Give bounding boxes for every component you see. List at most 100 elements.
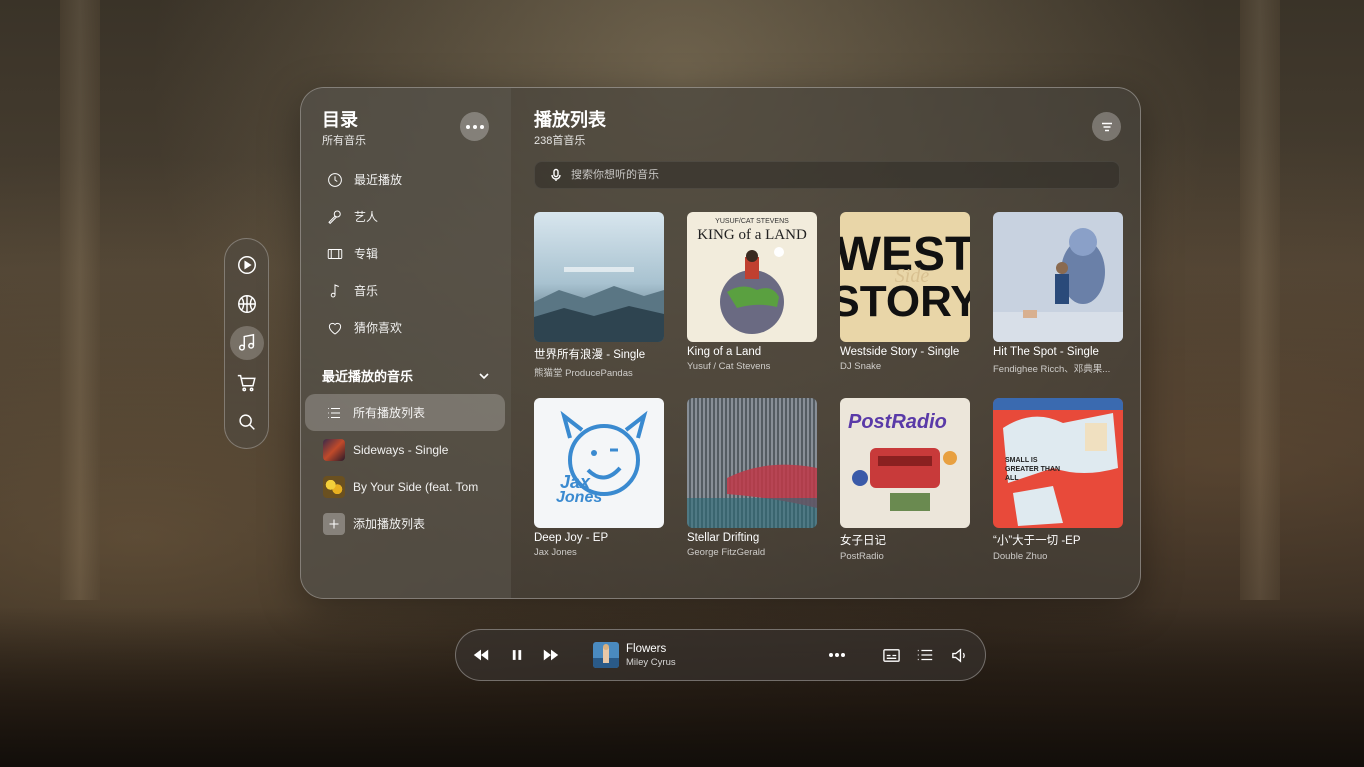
- album-cover: Jax Jones: [534, 398, 664, 528]
- album-artist: PostRadio: [840, 551, 884, 562]
- more-dots-icon: [829, 653, 845, 657]
- cover-text: SMALL IS GREATER THAN ALL: [1005, 457, 1061, 483]
- album-card[interactable]: PostRadio 女子日记 PostRadio: [840, 398, 970, 562]
- menu-item-recent[interactable]: 最近播放: [305, 161, 505, 198]
- pause-icon: [512, 650, 522, 660]
- playlist-item-by-your-side[interactable]: By Your Side (feat. Tom: [305, 468, 505, 505]
- album-artist: Fendighee Ricch、邓典果...: [993, 364, 1111, 375]
- nav-store[interactable]: [230, 366, 264, 400]
- album-cover: WEST STORY Side: [840, 212, 970, 342]
- cart-icon: [237, 374, 256, 392]
- menu-item-songs[interactable]: 音乐: [305, 272, 505, 309]
- basketball-icon: [237, 295, 256, 314]
- menu-item-recommend[interactable]: 猜你喜欢: [305, 309, 505, 346]
- playlist-item-sideways[interactable]: Sideways - Single: [305, 431, 505, 468]
- now-playing-title: Flowers: [626, 643, 667, 655]
- fast-forward-icon: [543, 649, 559, 661]
- album-grid: 世界所有浪漫 - Single 熊猫堂 ProducePandas YUSUF/…: [534, 212, 1123, 562]
- background-column: [60, 0, 100, 600]
- album-artist: Double Zhuo: [993, 551, 1048, 562]
- background-column: [1240, 0, 1280, 600]
- library-subtitle: 所有音乐: [322, 135, 366, 147]
- album-title: Westside Story - Single: [840, 346, 960, 358]
- album-card[interactable]: YUSUF/CAT STEVENS KING of a LAND King of…: [687, 212, 817, 379]
- clock-icon: [328, 172, 342, 187]
- play-circle-icon: [237, 255, 256, 274]
- playlist-item-all[interactable]: 所有播放列表: [305, 394, 505, 431]
- search-bar: [534, 161, 1120, 189]
- menu-item-label: 艺人: [354, 210, 379, 224]
- nav-play[interactable]: [230, 248, 264, 282]
- player-more-button[interactable]: [826, 644, 848, 666]
- album-card[interactable]: WEST STORY Side Westside Story - Single …: [840, 212, 970, 379]
- microphone-icon: [551, 168, 561, 181]
- page-title: 播放列表: [534, 110, 606, 130]
- plus-icon: [323, 512, 345, 535]
- list-icon: [323, 402, 345, 424]
- now-playing-artist: Miley Cyrus: [626, 657, 676, 668]
- add-playlist-button[interactable]: 添加播放列表: [305, 505, 505, 542]
- dot-icon: [479, 124, 484, 129]
- album-cover: [534, 212, 664, 342]
- chevron-down-icon: [479, 372, 489, 379]
- album-title: King of a Land: [687, 346, 762, 358]
- album-title: Stellar Drifting: [687, 532, 760, 544]
- dot-icon: [472, 124, 477, 129]
- microphone-icon: [328, 210, 341, 224]
- album-cover: PostRadio: [840, 398, 970, 528]
- album-thumb: [323, 475, 345, 498]
- search-input[interactable]: [571, 169, 1091, 181]
- pause-button[interactable]: [506, 644, 528, 666]
- cover-text: Jones: [556, 489, 602, 506]
- dot-icon: [465, 124, 470, 129]
- now-playing-artwork[interactable]: [593, 642, 619, 668]
- subtitles-icon: [882, 648, 900, 662]
- recent-section-header[interactable]: 最近播放的音乐: [322, 366, 490, 385]
- playlist-label: 添加播放列表: [353, 517, 426, 531]
- now-playing-bar: Flowers Miley Cyrus: [455, 629, 986, 681]
- album-card[interactable]: Hit The Spot - Single Fendighee Ricch、邓典…: [993, 212, 1123, 379]
- nav-search[interactable]: [230, 405, 264, 439]
- album-artist: DJ Snake: [840, 361, 882, 372]
- album-artist: Jax Jones: [534, 547, 577, 558]
- album-card[interactable]: 世界所有浪漫 - Single 熊猫堂 ProducePandas: [534, 212, 664, 379]
- album-cover: [687, 398, 817, 528]
- music-panel: 目录 所有音乐 最近播放 艺人 专辑 音乐 猜你喜欢 最近播放的音乐 所有播放列…: [300, 87, 1141, 599]
- album-icon: [327, 248, 343, 259]
- menu-item-artists[interactable]: 艺人: [305, 198, 505, 235]
- more-options-button[interactable]: [460, 112, 489, 141]
- side-nav: [224, 238, 269, 449]
- queue-button[interactable]: [914, 644, 936, 666]
- lyrics-button[interactable]: [880, 644, 902, 666]
- next-button[interactable]: [540, 644, 562, 666]
- album-artist: George FitzGerald: [687, 547, 766, 558]
- album-cover: [993, 212, 1123, 342]
- album-card[interactable]: Jax Jones Deep Joy - EP Jax Jones: [534, 398, 664, 562]
- music-icon: [238, 334, 254, 352]
- album-title: Hit The Spot - Single: [993, 346, 1099, 358]
- album-cover: SMALL IS GREATER THAN ALL: [993, 398, 1123, 528]
- album-card[interactable]: SMALL IS GREATER THAN ALL “小”大于一切 -EP Do…: [993, 398, 1123, 562]
- cover-text: KING of a LAND: [697, 227, 807, 243]
- volume-button[interactable]: [948, 644, 970, 666]
- heart-icon: [328, 322, 342, 335]
- album-title: 女子日记: [840, 535, 886, 547]
- search-icon: [238, 414, 255, 431]
- menu-item-label: 猜你喜欢: [354, 321, 403, 335]
- nav-music[interactable]: [229, 326, 264, 361]
- nav-sports[interactable]: [230, 287, 264, 321]
- library-sidebar: 目录 所有音乐 最近播放 艺人 专辑 音乐 猜你喜欢 最近播放的音乐 所有播放列…: [301, 88, 511, 598]
- cover-text: YUSUF/CAT STEVENS: [715, 218, 789, 225]
- section-title: 最近播放的音乐: [322, 369, 414, 384]
- playlist-content: 播放列表 238首音乐 世界所有浪漫 - S: [511, 88, 1140, 598]
- playlist-list: 所有播放列表 Sideways - Single By Your Side (f…: [305, 394, 505, 542]
- playlist-label: Sideways - Single: [353, 442, 449, 457]
- menu-item-label: 最近播放: [354, 173, 403, 187]
- cover-text: PostRadio: [848, 411, 947, 433]
- album-card[interactable]: Stellar Drifting George FitzGerald: [687, 398, 817, 562]
- menu-item-albums[interactable]: 专辑: [305, 235, 505, 272]
- rewind-icon: [473, 649, 489, 661]
- filter-button[interactable]: [1092, 112, 1121, 141]
- filter-icon: [1101, 122, 1112, 131]
- previous-button[interactable]: [470, 644, 492, 666]
